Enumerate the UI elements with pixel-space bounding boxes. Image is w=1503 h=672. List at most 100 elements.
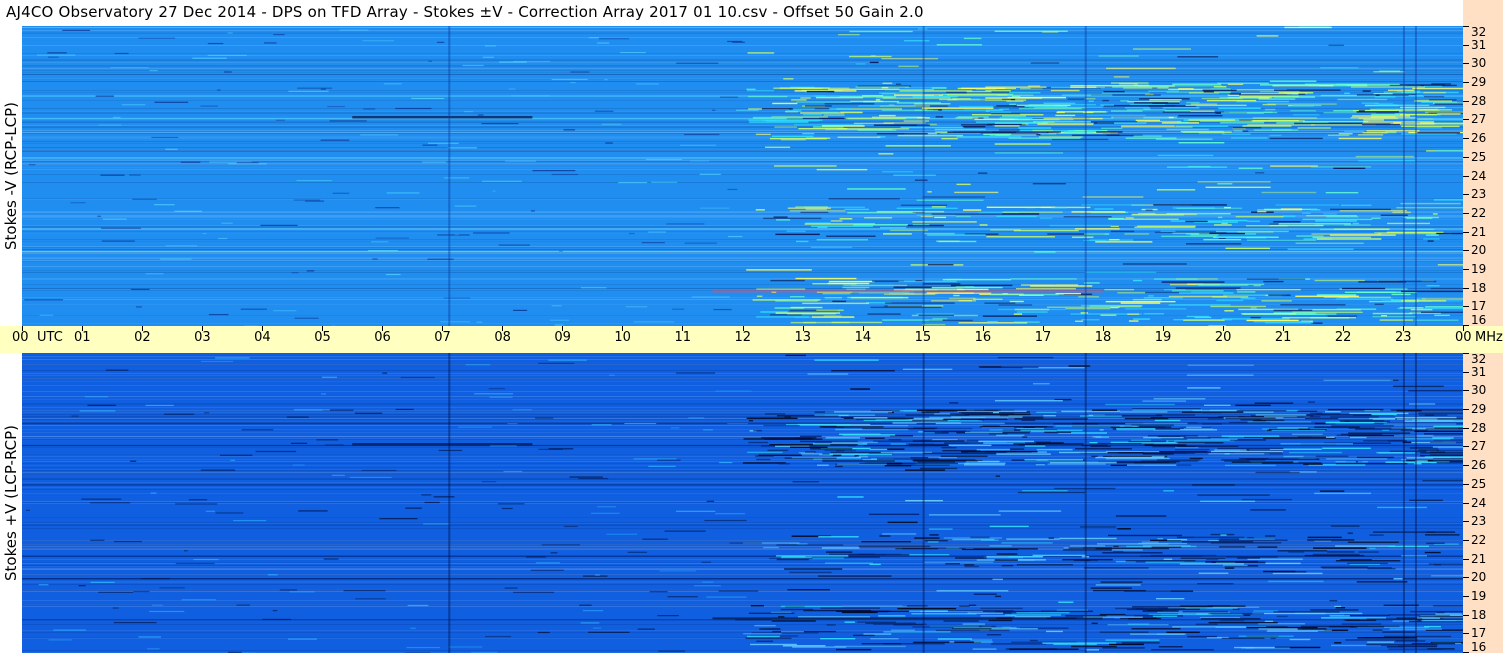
activity-streak	[770, 279, 805, 282]
night-streak	[641, 242, 665, 244]
activity-streak	[1218, 91, 1232, 94]
activity-streak	[755, 455, 774, 457]
activity-streak	[1154, 419, 1181, 422]
night-streak	[81, 498, 122, 500]
interference-line	[22, 251, 1463, 253]
texture-band	[22, 469, 1463, 470]
frequency-tick	[1463, 100, 1469, 102]
activity-streak	[1356, 291, 1396, 294]
activity-streak	[1320, 566, 1369, 568]
activity-streak	[963, 209, 982, 211]
texture-band	[22, 227, 1463, 228]
night-streak	[727, 235, 743, 238]
activity-streak	[1020, 429, 1083, 432]
night-streak	[395, 408, 414, 411]
night-streak	[113, 621, 157, 624]
activity-streak	[934, 216, 947, 219]
activity-streak	[1269, 80, 1317, 82]
activity-streak	[1395, 640, 1426, 642]
frequency-tick	[1463, 287, 1469, 289]
activity-streak	[753, 116, 820, 119]
night-streak	[339, 29, 369, 31]
activity-streak	[1424, 414, 1435, 416]
activity-streak	[756, 640, 773, 643]
activity-streak	[1061, 410, 1121, 413]
texture-band	[22, 249, 1463, 250]
activity-streak	[980, 615, 1014, 617]
activity-streak	[1206, 558, 1219, 561]
night-streak	[290, 442, 308, 444]
night-streak	[636, 83, 659, 85]
night-streak	[113, 540, 142, 543]
texture-band	[22, 260, 1463, 261]
activity-streak	[937, 638, 972, 640]
activity-streak	[810, 246, 852, 249]
activity-streak	[1430, 441, 1463, 444]
activity-streak	[1239, 458, 1269, 460]
night-streak	[481, 481, 497, 483]
activity-streak	[1311, 233, 1382, 235]
activity-streak	[1115, 515, 1167, 517]
activity-streak	[1252, 117, 1317, 119]
activity-streak	[827, 282, 870, 285]
activity-streak	[1153, 453, 1172, 455]
activity-streak	[985, 110, 990, 112]
texture-band	[22, 30, 1463, 31]
texture-band	[22, 474, 1463, 475]
night-streak	[701, 561, 711, 563]
night-streak	[149, 69, 158, 72]
event-band	[712, 617, 1103, 620]
activity-streak	[818, 536, 859, 538]
activity-streak	[837, 496, 864, 498]
night-streak	[221, 222, 233, 224]
activity-streak	[890, 443, 906, 445]
night-streak	[188, 499, 208, 501]
activity-streak	[747, 52, 775, 54]
night-streak	[676, 372, 716, 374]
night-streak	[591, 512, 620, 514]
activity-streak	[1391, 293, 1411, 296]
activity-streak	[1130, 633, 1185, 635]
frequency-tick-label: 29	[1471, 75, 1487, 90]
activity-streak	[1254, 419, 1285, 422]
activity-streak	[934, 128, 986, 131]
activity-streak	[1221, 219, 1248, 222]
activity-streak	[806, 90, 835, 93]
frequency-tick	[1463, 614, 1469, 616]
texture-band	[22, 569, 1463, 570]
activity-streak	[847, 188, 906, 190]
activity-streak	[949, 402, 959, 404]
activity-streak	[1089, 121, 1146, 123]
activity-streak	[1024, 445, 1046, 447]
activity-streak	[963, 37, 982, 40]
activity-streak	[863, 444, 929, 447]
night-streak	[637, 628, 655, 630]
night-streak	[145, 273, 164, 275]
activity-streak	[1434, 103, 1463, 105]
texture-band	[22, 403, 1463, 404]
texture-band	[22, 385, 1463, 386]
texture-band	[22, 523, 1463, 524]
night-streak	[609, 374, 615, 376]
activity-streak	[1424, 433, 1463, 435]
activity-streak	[1270, 165, 1318, 167]
activity-streak	[955, 414, 981, 416]
activity-streak	[1323, 379, 1394, 382]
activity-streak	[1275, 204, 1340, 206]
activity-streak	[1185, 104, 1247, 107]
activity-streak	[816, 464, 829, 466]
activity-streak	[1417, 119, 1463, 121]
activity-streak	[870, 306, 942, 309]
activity-streak	[803, 114, 822, 116]
activity-streak	[931, 87, 947, 89]
night-streak	[293, 199, 321, 201]
activity-streak	[1124, 107, 1150, 109]
night-streak	[291, 272, 299, 274]
night-streak	[407, 604, 429, 607]
night-streak	[507, 423, 518, 425]
activity-streak	[780, 608, 814, 611]
vertical-interference	[922, 26, 925, 326]
activity-streak	[918, 440, 979, 442]
activity-streak	[838, 33, 860, 36]
frequency-tick-label: 25	[1471, 476, 1487, 491]
